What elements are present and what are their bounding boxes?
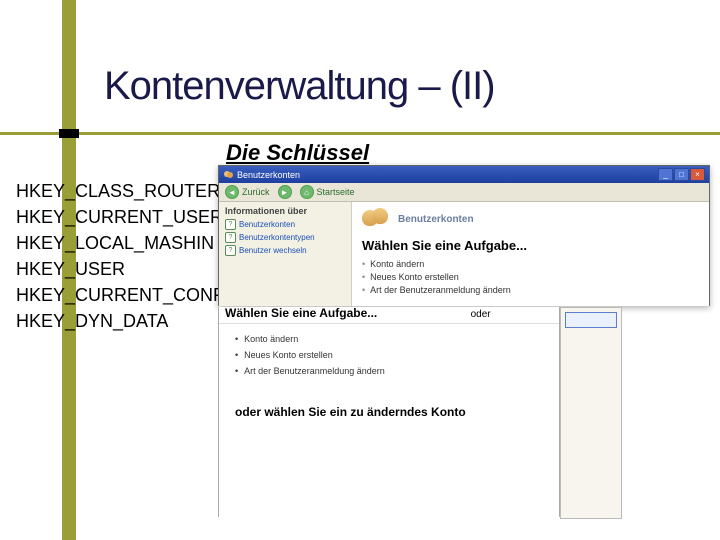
minimize-button[interactable]: _ (658, 168, 673, 181)
key-item: HKEY_LOCAL_MASHIN (16, 230, 224, 256)
task-link[interactable]: • Art der Benutzeranmeldung ändern (235, 366, 543, 376)
sidebar-heading: Informationen über (225, 206, 345, 216)
bullet-icon: • (235, 350, 238, 360)
home-label: Startseite (317, 187, 355, 197)
sidebar: Informationen über ?Benutzerkonten ?Benu… (219, 202, 352, 306)
sidebar-link-label: Benutzer wechseln (239, 246, 307, 255)
right-strip (560, 307, 622, 519)
key-item: HKEY_CLASS_ROUTER (16, 178, 224, 204)
accent-horizontal (0, 132, 720, 135)
home-button[interactable]: ⌂Startseite (300, 185, 355, 199)
forward-icon: ► (278, 185, 292, 199)
selection-box[interactable] (565, 312, 617, 328)
main-label: Benutzerkonten (398, 214, 474, 225)
task-link[interactable]: • Neues Konto erstellen (362, 272, 699, 282)
task-link[interactable]: • Art der Benutzeranmeldung ändern (362, 285, 699, 295)
key-item: HKEY_DYN_DATA (16, 308, 224, 334)
task-link[interactable]: • Konto ändern (235, 334, 543, 344)
task-link[interactable]: • Neues Konto erstellen (235, 350, 543, 360)
close-button[interactable]: × (690, 168, 705, 181)
task-label: Konto ändern (370, 259, 424, 269)
user-accounts-window: Benutzerkonten _ □ × ◄Zurück ► ⌂Startsei… (218, 165, 710, 306)
choose-account-heading: oder wählen Sie ein zu änderndes Konto (235, 404, 559, 420)
task-label: Neues Konto erstellen (370, 272, 459, 282)
bullet-icon: • (235, 366, 238, 376)
task-heading: Wählen Sie eine Aufgabe... (362, 238, 699, 253)
lower-pane: Wählen Sie eine Aufgabe... oder • Konto ä… (218, 307, 560, 517)
maximize-button[interactable]: □ (674, 168, 689, 181)
users-icon (362, 208, 392, 230)
help-icon: ? (225, 219, 236, 230)
help-icon: ? (225, 232, 236, 243)
forward-button[interactable]: ► (278, 185, 292, 199)
bullet-icon: • (235, 334, 238, 344)
bullet-icon: • (362, 285, 365, 295)
sidebar-link-label: Benutzerkontentypen (239, 233, 315, 242)
slide-subtitle: Die Schlüssel (226, 140, 369, 166)
key-item: HKEY_CURRENT_CONF (16, 282, 224, 308)
home-icon: ⌂ (300, 185, 314, 199)
task-label: Art der Benutzeranmeldung ändern (370, 285, 511, 295)
task-label: Neues Konto erstellen (244, 350, 333, 360)
users-icon (223, 170, 233, 180)
task-link[interactable]: • Konto ändern (362, 259, 699, 269)
bullet-icon: • (362, 272, 365, 282)
sidebar-link-label: Benutzerkonten (239, 220, 295, 229)
sidebar-link[interactable]: ?Benutzerkontentypen (225, 232, 345, 243)
oder-text: oder (471, 309, 491, 320)
main-pane: Benutzerkonten Wählen Sie eine Aufgabe..… (352, 202, 709, 306)
accent-square (59, 129, 79, 138)
window-title: Benutzerkonten (237, 170, 300, 180)
cut-heading: Wählen Sie eine Aufgabe... oder (219, 307, 559, 324)
toolbar: ◄Zurück ► ⌂Startseite (219, 183, 709, 202)
task-label: Konto ändern (244, 334, 298, 344)
sidebar-link[interactable]: ?Benutzer wechseln (225, 245, 345, 256)
key-item: HKEY_USER (16, 256, 224, 282)
slide-title: Kontenverwaltung – (II) (104, 64, 495, 109)
window-titlebar[interactable]: Benutzerkonten _ □ × (219, 166, 709, 183)
task-label: Art der Benutzeranmeldung ändern (244, 366, 385, 376)
registry-keys-list: HKEY_CLASS_ROUTER HKEY_CURRENT_USER HKEY… (16, 178, 224, 335)
back-icon: ◄ (225, 185, 239, 199)
back-label: Zurück (242, 187, 270, 197)
sidebar-link[interactable]: ?Benutzerkonten (225, 219, 345, 230)
back-button[interactable]: ◄Zurück (225, 185, 270, 199)
bullet-icon: • (362, 259, 365, 269)
key-item: HKEY_CURRENT_USER (16, 204, 224, 230)
help-icon: ? (225, 245, 236, 256)
